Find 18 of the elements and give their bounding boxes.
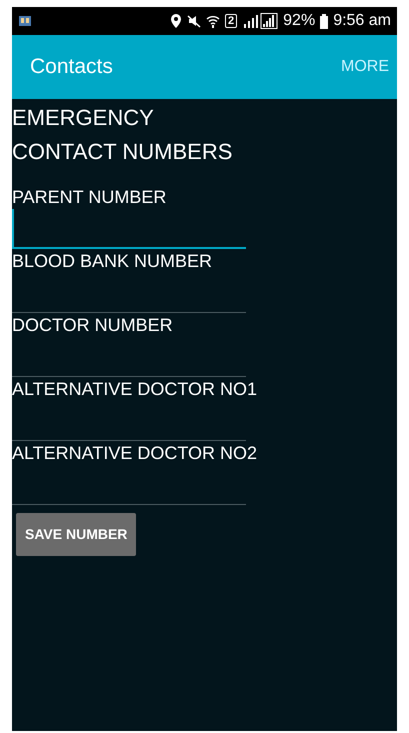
app-title: Contacts bbox=[30, 54, 113, 80]
battery-icon bbox=[320, 14, 328, 28]
field-label: BLOOD BANK NUMBER bbox=[12, 250, 214, 273]
wifi-icon bbox=[206, 14, 220, 28]
heading: EMERGENCY CONTACT NUMBERS bbox=[12, 104, 234, 166]
location-pin-icon bbox=[170, 13, 182, 29]
field-label: PARENT NUMBER bbox=[12, 186, 168, 209]
field-label: DOCTOR NUMBER bbox=[12, 314, 174, 337]
field-label: ALTERNATIVE DOCTOR NO2 bbox=[12, 442, 258, 465]
number-field[interactable] bbox=[12, 209, 246, 249]
battery-level: 92% bbox=[283, 11, 316, 31]
save-number-button[interactable]: SAVE NUMBER bbox=[16, 513, 136, 556]
mute-icon bbox=[187, 14, 202, 28]
clock: 9:56 am bbox=[333, 11, 391, 31]
app-notification-icon bbox=[18, 14, 32, 28]
signal-icon bbox=[242, 13, 278, 29]
field-label: ALTERNATIVE DOCTOR NO1 bbox=[12, 378, 258, 401]
sim-slot-icon: 2 bbox=[225, 14, 238, 28]
